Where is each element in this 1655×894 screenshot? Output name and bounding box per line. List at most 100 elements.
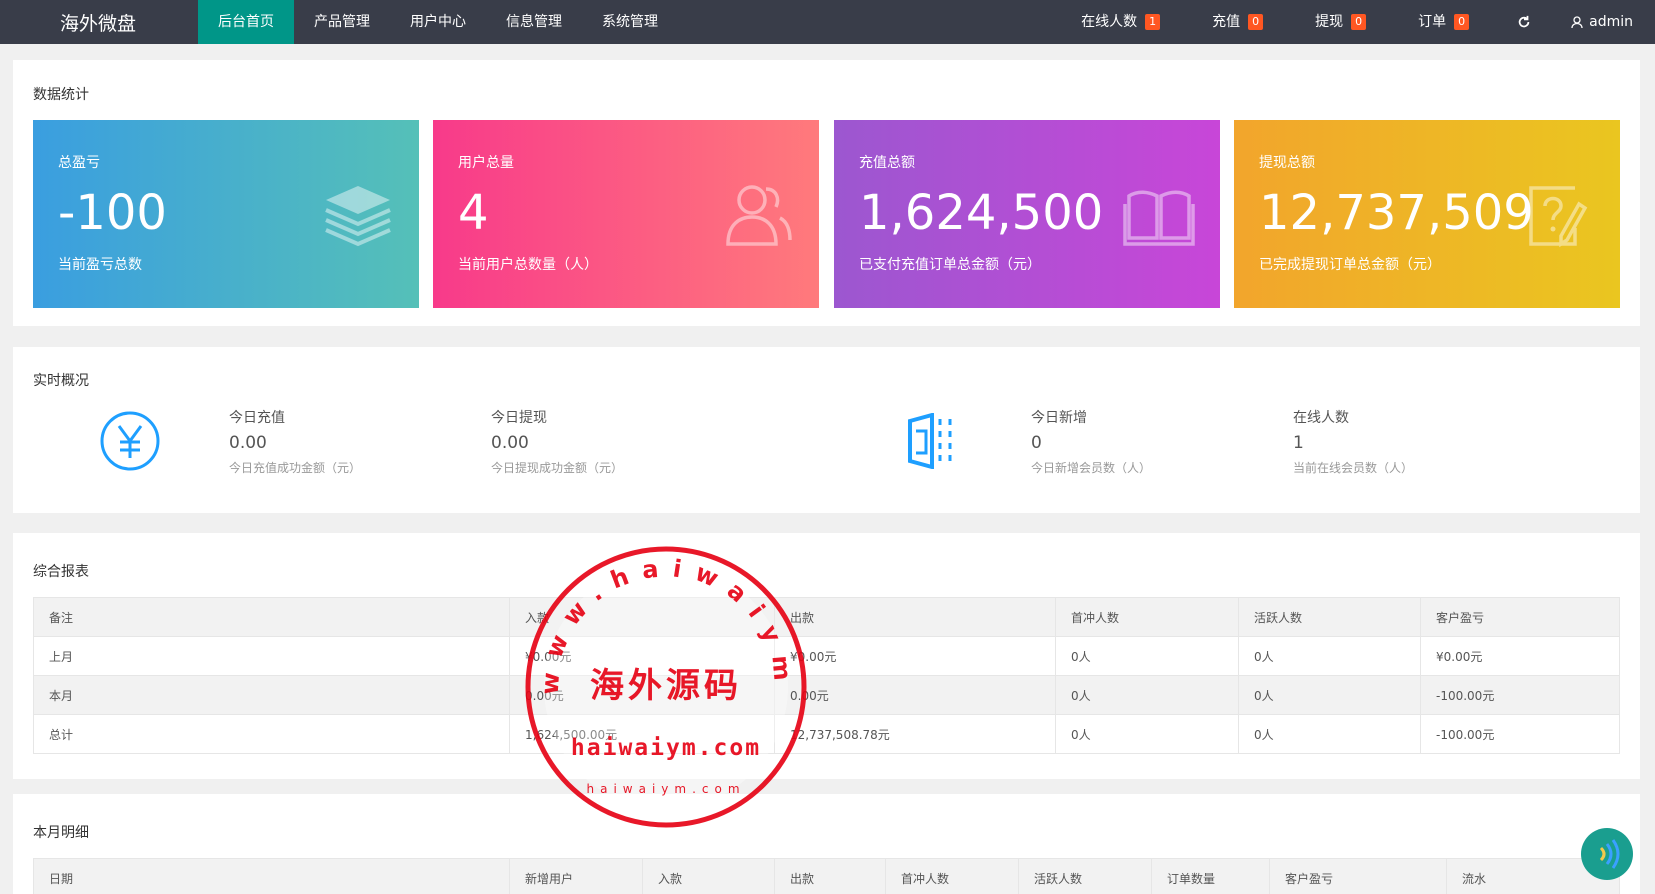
orders-label: 订单 (1418, 14, 1447, 30)
report-table: 备注 入款 出款 首冲人数 活跃人数 客户盈亏 上月 ¥0.00元 ¥0.00元… (33, 597, 1620, 754)
user-name: admin (1589, 14, 1633, 30)
withdraw-link[interactable]: 提现 0 (1289, 0, 1392, 44)
user-icon (1571, 15, 1583, 28)
stat-title: 充值总额 (859, 155, 915, 171)
table-cell: 0.00元 (774, 675, 1056, 715)
main-nav: 后台首页 产品管理 用户中心 信息管理 系统管理 (198, 0, 678, 44)
nav-item-system[interactable]: 系统管理 (582, 0, 678, 44)
layers-icon (325, 186, 391, 247)
withdraw-label: 提现 (1315, 14, 1344, 30)
table-header-row: 备注 入款 出款 首冲人数 活跃人数 客户盈亏 (33, 597, 1620, 637)
table-cell: 1,624,500.00元 (509, 714, 775, 754)
table-cell: 总计 (33, 714, 510, 754)
rt-desc: 今日提现成功金额（元） (491, 461, 624, 475)
realtime-item-online: 在线人数 1 当前在线会员数（人） (1293, 407, 1413, 476)
rt-desc: 今日充值成功金额（元） (229, 461, 362, 475)
col-header: 新增用户 (509, 858, 643, 894)
stat-desc: 已支付充值订单总金额（元） (859, 257, 1041, 273)
table-cell: 12,737,508.78元 (774, 714, 1056, 754)
table-cell: 0人 (1238, 636, 1421, 676)
table-cell: 0人 (1055, 636, 1239, 676)
col-header: 入款 (642, 858, 775, 894)
nav-item-home[interactable]: 后台首页 (198, 0, 294, 44)
table-cell: 0人 (1055, 714, 1239, 754)
stat-desc: 当前用户总数量（人） (458, 257, 598, 273)
orders-link[interactable]: 订单 0 (1392, 0, 1495, 44)
stat-desc: 当前盈亏总数 (58, 257, 142, 273)
online-users-badge: 1 (1145, 14, 1161, 30)
table-cell: -100.00元 (1420, 675, 1620, 715)
user-menu[interactable]: admin (1553, 0, 1655, 44)
top-navbar: 海外微盘 后台首页 产品管理 用户中心 信息管理 系统管理 在线人数 1 充值 … (0, 0, 1655, 44)
stat-box-withdraw: 提现总额 12,737,509 已完成提现订单总金额（元） (1234, 120, 1620, 308)
stat-box-profit: 总盈亏 -100 当前盈亏总数 (33, 120, 419, 308)
stat-title: 总盈亏 (58, 155, 100, 171)
book-icon (1123, 190, 1195, 246)
rt-value: 0 (1031, 433, 1042, 453)
refresh-icon (1518, 15, 1530, 28)
table-cell: ¥0.00元 (1420, 636, 1620, 676)
col-header: 客户盈亏 (1269, 858, 1447, 894)
stat-title: 提现总额 (1259, 155, 1315, 171)
door-icon (908, 413, 952, 469)
report-card: 综合报表 备注 入款 出款 首冲人数 活跃人数 客户盈亏 上月 ¥0.00元 ¥… (13, 533, 1640, 779)
col-header: 日期 (33, 858, 510, 894)
realtime-item-withdraw: 今日提现 0.00 今日提现成功金额（元） (491, 407, 623, 476)
table-cell: ¥0.00元 (774, 636, 1056, 676)
signal-icon (1599, 839, 1620, 869)
rt-title: 今日新增 (1031, 410, 1087, 426)
table-cell: 0.00元 (509, 675, 775, 715)
recharge-link[interactable]: 充值 0 (1186, 0, 1289, 44)
nav-item-users[interactable]: 用户中心 (390, 0, 486, 44)
realtime-card: 实时概况 今日充值 0.00 今日充值成功金额（元） 今日提现 0.00 今日提… (13, 347, 1640, 513)
rt-title: 在线人数 (1293, 410, 1349, 426)
online-users-label: 在线人数 (1081, 14, 1138, 30)
table-row: 上月 ¥0.00元 ¥0.00元 0人 0人 ¥0.00元 (33, 636, 1620, 676)
rt-desc: 当前在线会员数（人） (1293, 461, 1414, 475)
rt-title: 今日充值 (229, 410, 285, 426)
col-header: 入款 (509, 597, 775, 637)
monthly-table: 日期 新增用户 入款 出款 首冲人数 活跃人数 订单数量 客户盈亏 流水 (33, 858, 1620, 894)
realtime-title: 实时概况 (33, 373, 89, 389)
col-header: 活跃人数 (1238, 597, 1421, 637)
table-header-row: 日期 新增用户 入款 出款 首冲人数 活跃人数 订单数量 客户盈亏 流水 (33, 858, 1620, 894)
col-header: 出款 (774, 858, 886, 894)
table-cell: 0人 (1238, 675, 1421, 715)
col-header: 出款 (774, 597, 1056, 637)
edit-icon (1529, 186, 1588, 248)
col-header: 首冲人数 (885, 858, 1019, 894)
online-users-link[interactable]: 在线人数 1 (1055, 0, 1186, 44)
withdraw-badge: 0 (1351, 14, 1367, 30)
report-title: 综合报表 (33, 564, 89, 580)
realtime-item-recharge: 今日充值 0.00 今日充值成功金额（元） (229, 407, 361, 476)
nav-item-products[interactable]: 产品管理 (294, 0, 390, 44)
monthly-title: 本月明细 (33, 825, 89, 841)
table-cell: 0人 (1238, 714, 1421, 754)
stat-box-recharge: 充值总额 1,624,500 已支付充值订单总金额（元） (834, 120, 1220, 308)
stat-box-users: 用户总量 4 当前用户总数量（人） (433, 120, 819, 308)
table-row: 总计 1,624,500.00元 12,737,508.78元 0人 0人 -1… (33, 714, 1620, 754)
rt-desc: 今日新增会员数（人） (1031, 461, 1152, 475)
realtime-item-new-users: 今日新增 0 今日新增会员数（人） (1031, 407, 1151, 476)
col-header: 客户盈亏 (1420, 597, 1620, 637)
rt-title: 今日提现 (491, 410, 547, 426)
table-cell: -100.00元 (1420, 714, 1620, 754)
rt-value: 1 (1293, 433, 1304, 453)
monthly-card: 本月明细 日期 新增用户 入款 出款 首冲人数 活跃人数 订单数量 客户盈亏 流… (13, 794, 1640, 894)
nav-item-messages[interactable]: 信息管理 (486, 0, 582, 44)
refresh-button[interactable] (1495, 0, 1553, 44)
table-cell: ¥0.00元 (509, 636, 775, 676)
recharge-label: 充值 (1212, 14, 1241, 30)
col-header: 活跃人数 (1018, 858, 1152, 894)
stats-card: 数据统计 总盈亏 -100 当前盈亏总数 用户总量 4 当前用户总数量（人） 充… (13, 60, 1640, 326)
table-cell: 上月 (33, 636, 510, 676)
orders-badge: 0 (1454, 14, 1470, 30)
stats-title: 数据统计 (33, 87, 89, 103)
table-cell: 本月 (33, 675, 510, 715)
recharge-badge: 0 (1248, 14, 1264, 30)
floating-help-button[interactable] (1581, 828, 1633, 880)
col-header: 首冲人数 (1055, 597, 1239, 637)
rt-value: 0.00 (229, 433, 267, 453)
table-row: 本月 0.00元 0.00元 0人 0人 -100.00元 (33, 675, 1620, 715)
app-logo[interactable]: 海外微盘 (0, 9, 198, 36)
